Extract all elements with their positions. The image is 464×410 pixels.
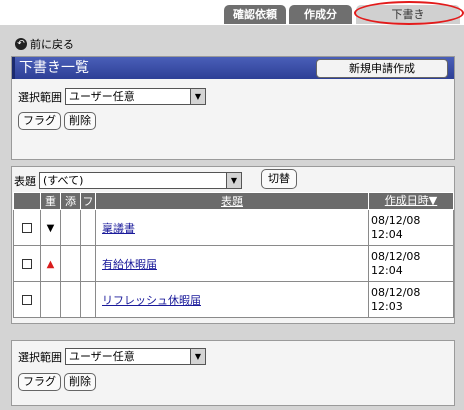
created-cell: 08/12/08 12:04 (368, 209, 454, 246)
row-checkbox-cell (13, 209, 41, 246)
table-row: リフレッシュ休暇届 08/12/08 12:03 (13, 281, 454, 318)
attachment-cell (60, 245, 81, 282)
draft-table: 重 添 フ 表題 作成日時▼ ▼ 稟議書 08/12/08 12:04 ▲ 有給休… (13, 192, 454, 318)
scope-select[interactable]: ユーザー任意 ▼ (65, 88, 206, 105)
scope-row: 選択範囲 ユーザー任意 ▼ (18, 88, 206, 105)
title-cell: 有給休暇届 (95, 245, 369, 282)
title-cell: リフレッシュ休暇届 (95, 281, 369, 318)
table-header-row: 重 添 フ 表題 作成日時▼ (13, 192, 454, 210)
header-title-link[interactable]: 表題 (221, 195, 243, 208)
bottom-flag-button[interactable]: フラグ (18, 373, 61, 391)
back-link[interactable]: ↶ 前に戻る (15, 37, 74, 51)
scope-label: 選択範囲 (18, 90, 62, 104)
document-title-link[interactable]: リフレッシュ休暇届 (102, 294, 201, 307)
table-row: ▼ 稟議書 08/12/08 12:04 (13, 209, 454, 246)
filter-label: 表題 (14, 174, 36, 188)
header-created[interactable]: 作成日時▼ (368, 192, 454, 210)
bottom-scope-select[interactable]: ユーザー任意 ▼ (65, 348, 206, 365)
priority-cell: ▲ (40, 245, 61, 282)
delete-button[interactable]: 削除 (64, 112, 96, 130)
created-time: 12:03 (371, 299, 403, 313)
dropdown-arrow-icon: ▼ (190, 89, 205, 104)
new-request-button[interactable]: 新規申請作成 (316, 59, 448, 78)
filter-select[interactable]: (すべて) ▼ (39, 172, 242, 189)
header-created-link[interactable]: 作成日時▼ (385, 194, 437, 207)
filter-select-value: (すべて) (43, 174, 84, 187)
action-buttons: フラグ 削除 (18, 112, 96, 130)
document-title-link[interactable]: 稟議書 (102, 222, 135, 235)
created-cell: 08/12/08 12:03 (368, 281, 454, 318)
table-row: ▲ 有給休暇届 08/12/08 12:04 (13, 245, 454, 282)
header-attachment: 添 (60, 192, 81, 210)
flag-cell (80, 245, 96, 282)
flag-cell (80, 281, 96, 318)
top-tabs: 確認依頼 作成分 下書き (224, 0, 464, 25)
created-date: 08/12/08 (371, 213, 421, 227)
row-checkbox[interactable] (22, 223, 32, 233)
row-checkbox[interactable] (22, 295, 32, 305)
header-title[interactable]: 表題 (95, 192, 369, 210)
tab-drafts[interactable]: 下書き (356, 5, 460, 24)
created-date: 08/12/08 (371, 285, 421, 299)
bottom-scope-row: 選択範囲 ユーザー任意 ▼ (18, 348, 206, 365)
priority-cell (40, 281, 61, 318)
back-label: 前に戻る (30, 38, 74, 51)
bottom-delete-button[interactable]: 削除 (64, 373, 96, 391)
switch-button[interactable]: 切替 (261, 169, 297, 189)
row-checkbox-cell (13, 245, 41, 282)
dropdown-arrow-icon: ▼ (226, 173, 241, 188)
dropdown-arrow-icon: ▼ (190, 349, 205, 364)
attachment-cell (60, 209, 81, 246)
list-header-box: 下書き一覧 新規申請作成 選択範囲 ユーザー任意 ▼ フラグ 削除 (11, 56, 455, 160)
priority-low-icon: ▼ (46, 223, 55, 234)
title-cell: 稟議書 (95, 209, 369, 246)
back-arrow-icon: ↶ (15, 38, 27, 50)
row-checkbox-cell (13, 281, 41, 318)
flag-button[interactable]: フラグ (18, 112, 61, 130)
document-title-link[interactable]: 有給休暇届 (102, 258, 157, 271)
main-panel: ↶ 前に戻る 下書き一覧 新規申請作成 選択範囲 ユーザー任意 ▼ フラグ 削除… (0, 25, 464, 410)
priority-high-icon: ▲ (46, 259, 55, 270)
filter-row: 表題 (すべて) ▼ (14, 172, 242, 189)
bottom-action-buttons: フラグ 削除 (18, 373, 96, 391)
attachment-cell (60, 281, 81, 318)
bottom-scope-label: 選択範囲 (18, 350, 62, 364)
created-time: 12:04 (371, 263, 403, 277)
scope-select-value: ユーザー任意 (69, 90, 135, 103)
header-flag: フ (80, 192, 96, 210)
page-title-text: 下書き一覧 (19, 60, 89, 76)
created-time: 12:04 (371, 227, 403, 241)
row-checkbox[interactable] (22, 259, 32, 269)
draft-list-box: 表題 (すべて) ▼ 切替 重 添 フ 表題 作成日時▼ ▼ 稟議書 08/12… (11, 166, 455, 324)
created-date: 08/12/08 (371, 249, 421, 263)
tab-confirm-request[interactable]: 確認依頼 (224, 5, 286, 24)
flag-cell (80, 209, 96, 246)
priority-cell: ▼ (40, 209, 61, 246)
header-priority: 重 (40, 192, 61, 210)
bottom-scope-select-value: ユーザー任意 (69, 350, 135, 363)
header-checkbox-col (13, 192, 41, 210)
created-cell: 08/12/08 12:04 (368, 245, 454, 282)
bottom-actions-box: 選択範囲 ユーザー任意 ▼ フラグ 削除 (11, 340, 455, 406)
tab-created[interactable]: 作成分 (289, 5, 352, 24)
